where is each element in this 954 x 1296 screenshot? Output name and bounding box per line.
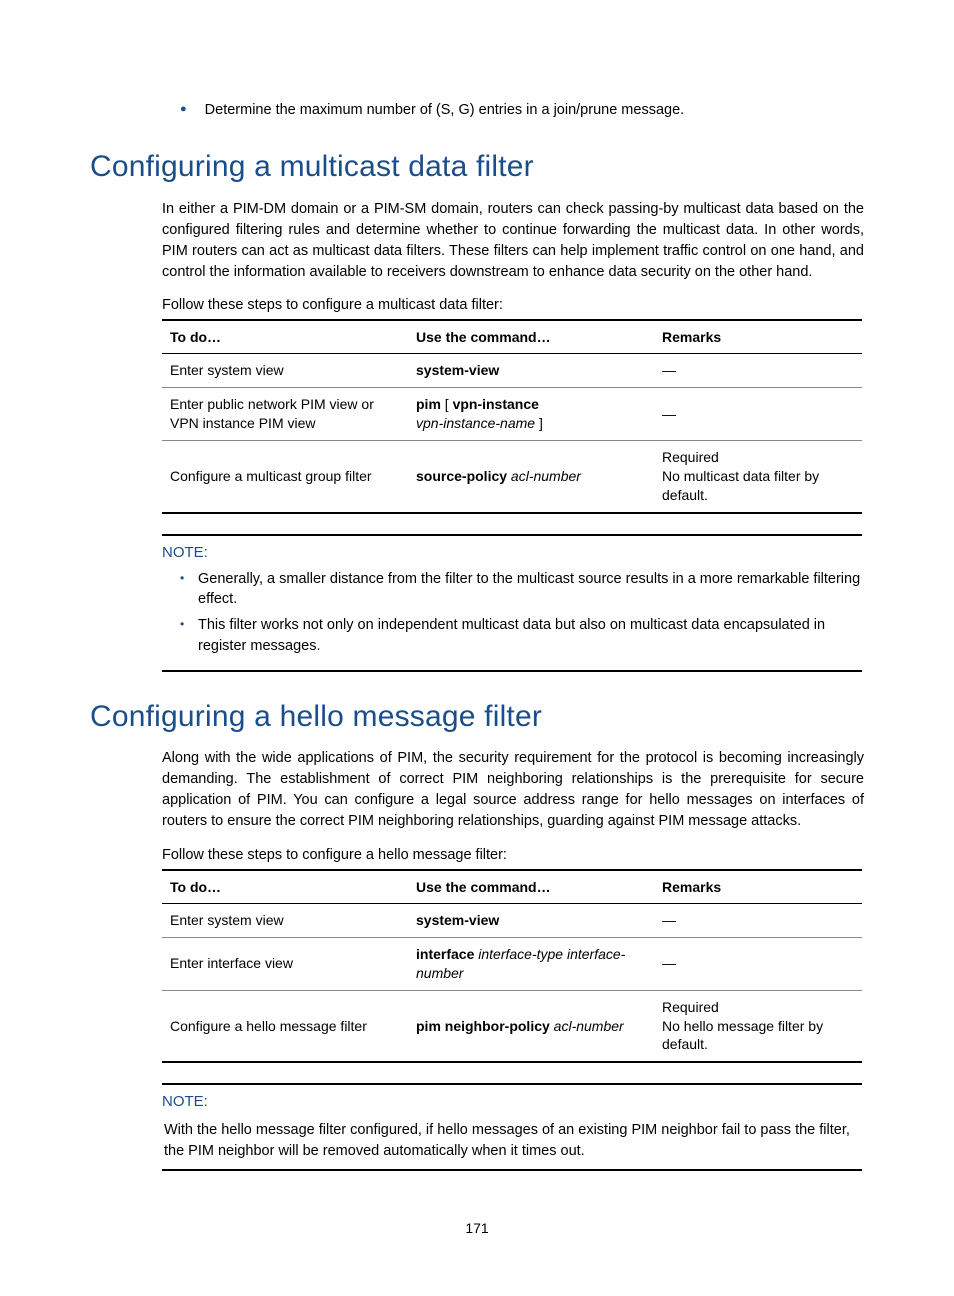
- cell-remarks: —: [654, 388, 862, 441]
- note-item: This filter works not only on independen…: [180, 615, 862, 656]
- cell-todo: Enter system view: [162, 354, 408, 388]
- col-todo: To do…: [162, 870, 408, 904]
- intro-bullet-text: Determine the maximum number of (S, G) e…: [205, 100, 685, 120]
- table-row: Configure a hello message filter pim nei…: [162, 990, 862, 1062]
- note-label: NOTE:: [162, 542, 862, 563]
- cell-cmd: pim neighbor-policy acl-number: [408, 990, 654, 1062]
- note-text: With the hello message filter configured…: [162, 1118, 862, 1161]
- cell-remarks: RequiredNo hello message filter by defau…: [654, 990, 862, 1062]
- heading-hello-filter: Configuring a hello message filter: [90, 700, 864, 734]
- lead-hello-filter: Follow these steps to configure a hello …: [162, 847, 864, 863]
- lead-multicast-filter: Follow these steps to configure a multic…: [162, 297, 864, 313]
- cell-remarks: RequiredNo multicast data filter by defa…: [654, 441, 862, 513]
- table-multicast-filter: To do… Use the command… Remarks Enter sy…: [162, 319, 862, 513]
- cell-todo: Enter public network PIM view or VPN ins…: [162, 388, 408, 441]
- col-command: Use the command…: [408, 870, 654, 904]
- cell-todo: Configure a hello message filter: [162, 990, 408, 1062]
- page-number: 171: [0, 1220, 954, 1236]
- heading-multicast-filter: Configuring a multicast data filter: [90, 150, 864, 184]
- para-multicast-filter: In either a PIM-DM domain or a PIM-SM do…: [162, 199, 864, 283]
- cell-remarks: —: [654, 354, 862, 388]
- intro-bullet: ● Determine the maximum number of (S, G)…: [180, 100, 864, 120]
- cell-todo: Enter interface view: [162, 937, 408, 990]
- cell-cmd: system-view: [408, 354, 654, 388]
- cell-remarks: —: [654, 937, 862, 990]
- col-remarks: Remarks: [654, 870, 862, 904]
- note-list: Generally, a smaller distance from the f…: [162, 569, 862, 656]
- table-header-row: To do… Use the command… Remarks: [162, 870, 862, 904]
- note-label: NOTE:: [162, 1091, 862, 1112]
- cell-cmd: pim [ vpn-instancevpn-instance-name ]: [408, 388, 654, 441]
- table-header-row: To do… Use the command… Remarks: [162, 320, 862, 354]
- para-hello-filter: Along with the wide applications of PIM,…: [162, 748, 864, 832]
- col-todo: To do…: [162, 320, 408, 354]
- cell-cmd: source-policy acl-number: [408, 441, 654, 513]
- col-remarks: Remarks: [654, 320, 862, 354]
- note-multicast-filter: NOTE: Generally, a smaller distance from…: [162, 534, 862, 672]
- cell-cmd: interface interface-type interface-numbe…: [408, 937, 654, 990]
- table-row: Configure a multicast group filter sourc…: [162, 441, 862, 513]
- note-item: Generally, a smaller distance from the f…: [180, 569, 862, 610]
- cell-todo: Enter system view: [162, 903, 408, 937]
- table-row: Enter system view system-view —: [162, 903, 862, 937]
- table-row: Enter system view system-view —: [162, 354, 862, 388]
- bullet-icon: ●: [180, 100, 187, 118]
- table-row: Enter public network PIM view or VPN ins…: [162, 388, 862, 441]
- table-row: Enter interface view interface interface…: [162, 937, 862, 990]
- cell-remarks: —: [654, 903, 862, 937]
- cell-cmd: system-view: [408, 903, 654, 937]
- cell-todo: Configure a multicast group filter: [162, 441, 408, 513]
- note-hello-filter: NOTE: With the hello message filter conf…: [162, 1083, 862, 1171]
- col-command: Use the command…: [408, 320, 654, 354]
- page-content: ● Determine the maximum number of (S, G)…: [0, 0, 954, 1239]
- table-hello-filter: To do… Use the command… Remarks Enter sy…: [162, 869, 862, 1063]
